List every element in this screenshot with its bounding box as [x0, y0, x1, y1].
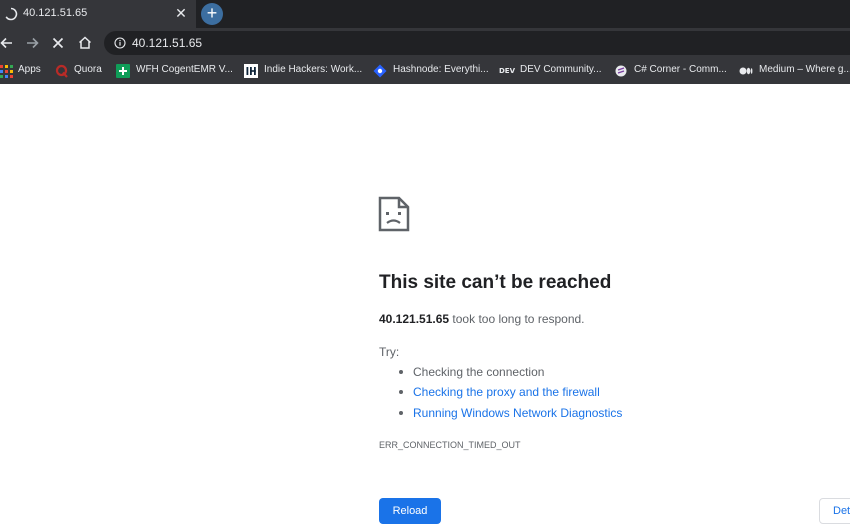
stop-button[interactable] [49, 34, 67, 52]
bookmark-hashnode[interactable]: Hashnode: Everythi... [373, 63, 489, 79]
bookmark-indie-hackers[interactable]: Indie Hackers: Work... [244, 63, 362, 79]
forward-button[interactable] [23, 34, 41, 52]
reload-button[interactable]: Reload [379, 498, 441, 524]
error-description: 40.121.51.65 took too long to respond. [379, 312, 585, 326]
new-tab-button[interactable]: + [201, 3, 223, 25]
bookmark-apps[interactable]: Apps [0, 63, 48, 79]
toolbar: 40.121.51.65 [0, 28, 850, 58]
url-text[interactable]: 40.121.51.65 [132, 36, 202, 50]
csharpcorner-icon [615, 65, 627, 77]
tab-close-icon[interactable]: ✕ [174, 6, 188, 20]
dev-icon: DEV [499, 67, 516, 75]
bookmark-label: Apps [18, 64, 41, 75]
error-title: This site can’t be reached [379, 272, 612, 293]
active-tab[interactable]: 40.121.51.65 ✕ [0, 0, 196, 28]
try-label: Try: [379, 345, 400, 359]
suggestion-text: Checking the connection [413, 365, 545, 379]
bookmark-label: DEV Community... [520, 64, 602, 75]
proxy-firewall-link[interactable]: Checking the proxy and the firewall [413, 385, 600, 399]
bookmark-quora[interactable]: Quora [55, 63, 105, 79]
apps-grid-icon [0, 65, 13, 78]
details-button[interactable]: Details [819, 498, 850, 524]
error-description-suffix: took too long to respond. [452, 312, 585, 326]
address-bar[interactable]: 40.121.51.65 [104, 31, 850, 55]
indiehackers-icon [244, 64, 258, 78]
bookmark-label: WFH CogentEMR V... [136, 64, 233, 75]
bookmark-csharp-corner[interactable]: C# Corner - Comm... [614, 63, 730, 79]
info-icon[interactable] [114, 37, 126, 49]
bookmark-label: Hashnode: Everythi... [393, 64, 489, 75]
error-code: ERR_CONNECTION_TIMED_OUT [379, 440, 521, 450]
bookmark-wfh-cogentemr[interactable]: WFH CogentEMR V... [116, 63, 234, 79]
error-host: 40.121.51.65 [379, 312, 450, 326]
tab-title: 40.121.51.65 [23, 7, 88, 19]
bookmark-label: C# Corner - Comm... [634, 64, 727, 75]
network-diagnostics-link[interactable]: Running Windows Network Diagnostics [413, 406, 622, 420]
sad-page-icon [378, 196, 410, 232]
bookmark-dev-community[interactable]: DEV DEV Community... [499, 63, 603, 79]
medium-icon [739, 67, 753, 75]
loading-spinner-icon [5, 7, 18, 21]
bookmarks-bar: Apps Quora WFH CogentEMR V... Indie Hack… [0, 58, 850, 84]
tab-strip: 40.121.51.65 ✕ + [0, 0, 850, 28]
sheets-icon [116, 64, 130, 78]
quora-icon [55, 64, 68, 78]
hashnode-icon [373, 64, 387, 78]
bookmark-label: Quora [74, 64, 102, 75]
back-button[interactable] [0, 34, 16, 52]
bookmark-medium[interactable]: Medium – Where g... [739, 63, 850, 79]
bookmark-label: Indie Hackers: Work... [264, 64, 363, 75]
home-button[interactable] [76, 34, 94, 52]
bookmark-label: Medium – Where g... [759, 64, 850, 75]
